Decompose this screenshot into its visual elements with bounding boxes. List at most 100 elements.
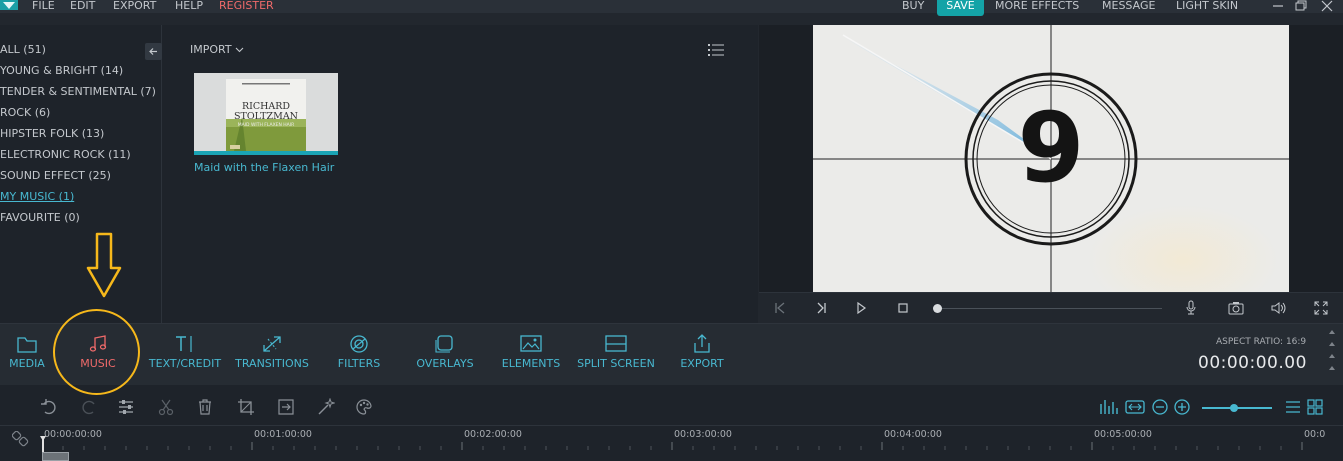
tool-text-credit[interactable]: TEXT/CREDIT [146, 333, 224, 370]
filters-icon [350, 335, 368, 353]
tool-overlays[interactable]: OVERLAYS [413, 333, 477, 370]
tool-elements-label: ELEMENTS [501, 357, 561, 370]
zoom-slider-handle[interactable] [1230, 404, 1238, 412]
menu-edit[interactable]: EDIT [70, 0, 95, 11]
tool-transitions[interactable]: TRANSITIONS [232, 333, 312, 370]
list-view-icon[interactable] [708, 43, 725, 57]
category-sound-effect[interactable]: SOUND EFFECT (25) [0, 169, 111, 182]
tool-text-credit-label: TEXT/CREDIT [148, 357, 222, 370]
category-rock[interactable]: ROCK (6) [0, 106, 50, 119]
delete-icon[interactable] [196, 398, 214, 416]
stop-icon[interactable] [896, 301, 910, 315]
menu-buy[interactable]: BUY [902, 0, 924, 11]
annotation-down-arrow-icon [86, 232, 122, 298]
ruler-tick-label: 00:02:00:00 [464, 429, 522, 440]
aspect-ratio-label: ASPECT RATIO: 16:9 [1216, 337, 1307, 347]
menu-export[interactable]: EXPORT [113, 0, 156, 11]
overlays-icon [435, 335, 453, 353]
list-layout-icon[interactable] [1284, 398, 1302, 416]
annotation-highlight-circle [53, 309, 140, 395]
tool-split-screen[interactable]: SPLIT SCREEN [576, 333, 656, 370]
tool-transitions-label: TRANSITIONS [235, 357, 309, 370]
tool-filters-label: FILTERS [337, 357, 381, 370]
tool-export[interactable]: EXPORT [677, 333, 727, 370]
arrow-left-icon [149, 48, 157, 55]
restore-icon[interactable] [1294, 0, 1308, 12]
tool-media[interactable]: MEDIA [7, 333, 47, 370]
microphone-icon[interactable] [1184, 300, 1198, 316]
transitions-icon [263, 336, 281, 352]
import-button[interactable]: IMPORT [190, 43, 244, 56]
close-icon[interactable] [1320, 0, 1334, 12]
menu-help[interactable]: HELP [175, 0, 203, 11]
ruler-tick-label: 00:04:00:00 [884, 429, 942, 440]
ruler-tick-label: 00:01:00:00 [254, 429, 312, 440]
save-button[interactable]: SAVE [937, 0, 984, 16]
color-palette-icon[interactable] [355, 398, 373, 416]
category-favourite[interactable]: FAVOURITE (0) [0, 211, 80, 224]
timeline-clip[interactable] [42, 452, 69, 461]
tool-media-label: MEDIA [9, 357, 45, 370]
music-item-thumbnail[interactable]: RICHARD STOLTZMAN MAID WITH FLAXEN HAIR [194, 73, 338, 155]
tool-elements[interactable]: ELEMENTS [499, 333, 563, 370]
collapse-panel-button[interactable] [145, 43, 162, 60]
fit-timeline-icon[interactable] [1125, 398, 1145, 416]
adjust-icon[interactable] [117, 398, 135, 416]
step-forward-icon[interactable] [814, 301, 828, 315]
seek-handle[interactable] [933, 304, 942, 313]
category-my-music[interactable]: MY MUSIC (1) [0, 190, 74, 203]
split-screen-icon [605, 335, 627, 352]
crop-icon[interactable] [237, 398, 255, 416]
cover-artist-text: RICHARD STOLTZMAN [233, 101, 298, 122]
redo-icon[interactable] [80, 398, 98, 416]
import-label: IMPORT [190, 43, 232, 56]
ruler-tick-label: 00:0 [1304, 429, 1326, 440]
zoom-out-icon[interactable] [1151, 398, 1169, 416]
folder-icon [17, 337, 37, 353]
menu-more-effects[interactable]: MORE EFFECTS [995, 0, 1079, 11]
app-logo-icon [0, 0, 18, 10]
menu-message[interactable]: MESSAGE [1102, 0, 1155, 11]
minimize-icon[interactable] [1271, 0, 1285, 12]
playhead-marker-icon[interactable] [40, 436, 47, 442]
vertical-dots-icon [1329, 330, 1335, 370]
magic-wand-icon[interactable] [317, 398, 335, 416]
ruler-tick-label: 00:05:00:00 [1094, 429, 1152, 440]
scroll-strip[interactable] [1327, 328, 1337, 380]
preview-frame: 9 [813, 25, 1289, 292]
menu-file[interactable]: FILE [32, 0, 55, 11]
menu-register[interactable]: REGISTER [219, 0, 274, 11]
ruler-tick-label: 00:00:00:00 [44, 429, 102, 440]
category-all[interactable]: ALL (51) [0, 43, 46, 56]
grid-layout-icon[interactable] [1306, 398, 1324, 416]
ruler-ticks [42, 442, 1303, 450]
music-item-title[interactable]: Maid with the Flaxen Hair [194, 161, 334, 174]
menu-bar: FILE EDIT EXPORT HELP REGISTER BUY SAVE … [0, 0, 1343, 16]
zoom-in-icon[interactable] [1173, 398, 1191, 416]
player-controls [759, 292, 1343, 323]
volume-icon[interactable] [1270, 301, 1288, 315]
play-icon[interactable] [854, 301, 868, 315]
camera-icon[interactable] [1228, 301, 1244, 315]
fullscreen-icon[interactable] [1314, 301, 1328, 315]
tool-filters[interactable]: FILTERS [334, 333, 384, 370]
ruler-tick-label: 00:03:00:00 [674, 429, 732, 440]
upload-icon [694, 334, 710, 353]
tool-split-screen-label: SPLIT SCREEN [577, 357, 655, 370]
skip-back-icon[interactable] [773, 301, 787, 315]
category-electronic-rock[interactable]: ELECTRONIC ROCK (11) [0, 148, 131, 161]
image-icon [520, 335, 542, 352]
link-icon[interactable] [12, 431, 30, 447]
seek-bar[interactable] [937, 308, 1162, 309]
category-hipster-folk[interactable]: HIPSTER FOLK (13) [0, 127, 104, 140]
cover-subtitle-text: MAID WITH FLAXEN HAIR [237, 123, 295, 128]
category-tender-sentimental[interactable]: TENDER & SENTIMENTAL (7) [0, 85, 156, 98]
timecode-display: 00:00:00.00 [1198, 353, 1307, 373]
menu-light-skin[interactable]: LIGHT SKIN [1176, 0, 1238, 11]
category-young-bright[interactable]: YOUNG & BRIGHT (14) [0, 64, 123, 77]
audio-mixer-icon[interactable] [1099, 398, 1121, 416]
trim-icon[interactable] [277, 398, 295, 416]
tool-export-label: EXPORT [680, 357, 724, 370]
undo-icon[interactable] [40, 398, 58, 416]
cut-icon[interactable] [157, 398, 175, 416]
